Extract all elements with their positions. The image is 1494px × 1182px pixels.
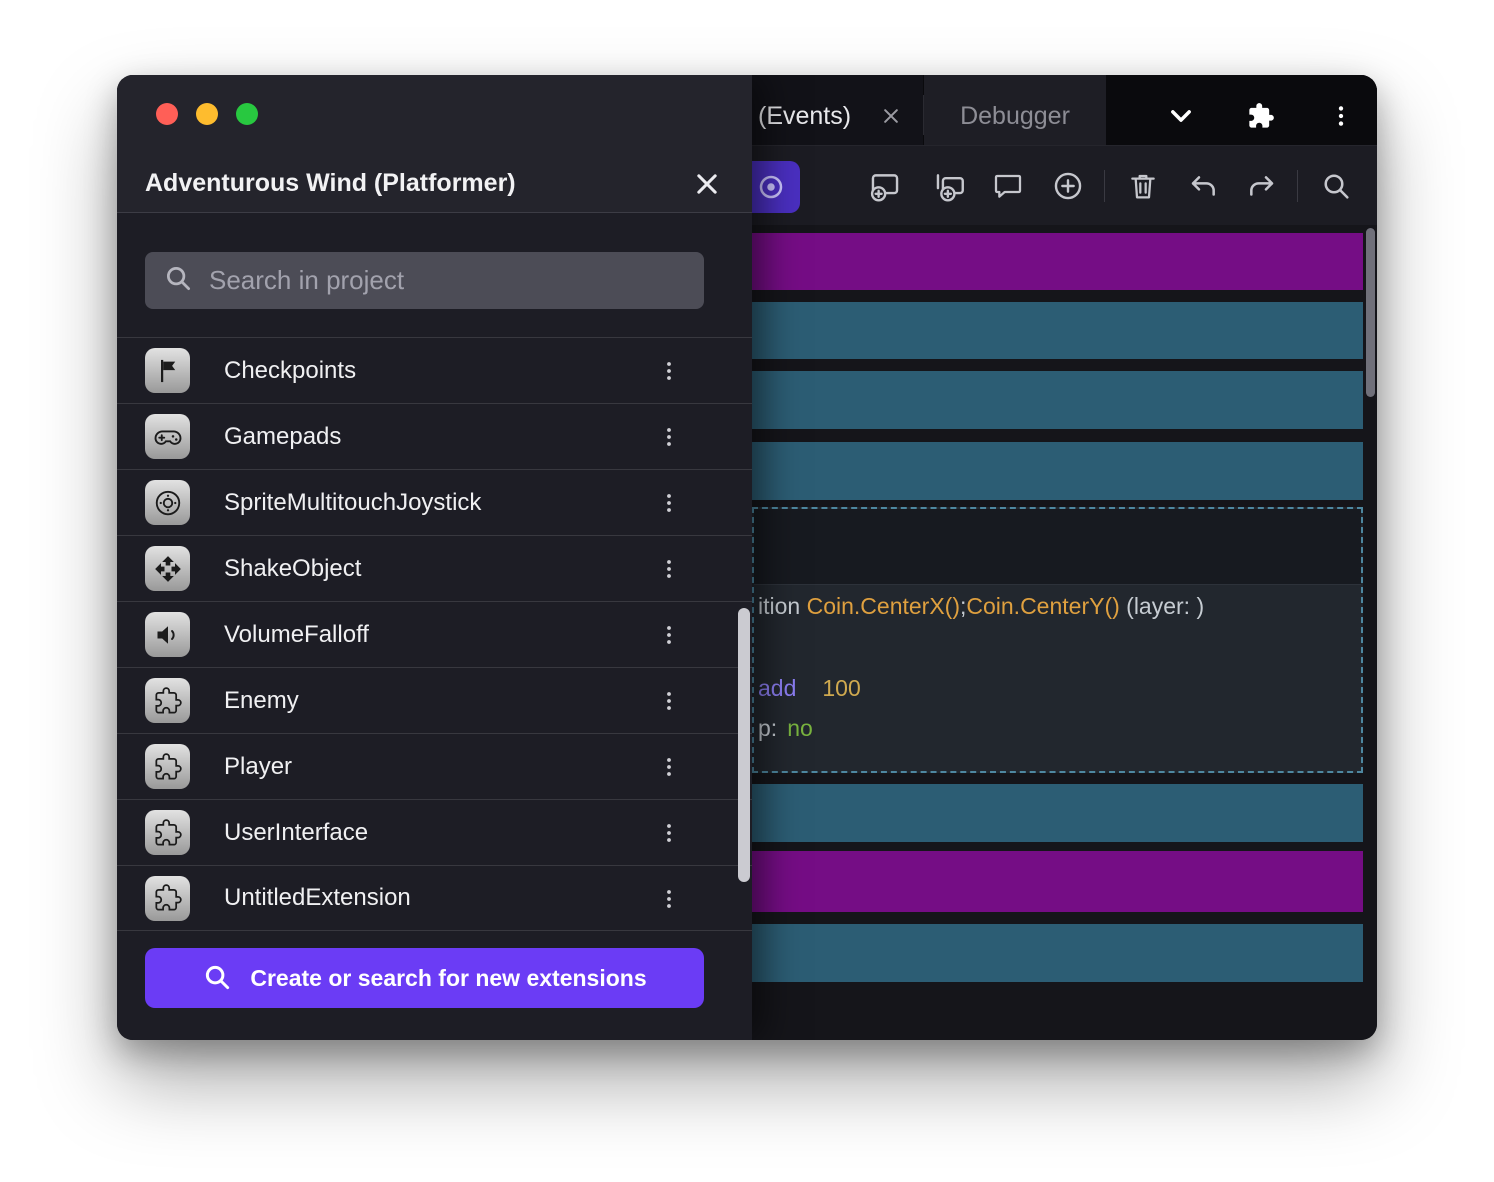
zoom-window-button[interactable] <box>236 103 258 125</box>
event-row[interactable] <box>752 371 1363 429</box>
panel-title: Adventurous Wind (Platformer) <box>145 169 516 198</box>
event-row[interactable] <box>752 784 1363 842</box>
code-text: (layer: ) <box>1120 593 1204 619</box>
list-item-label: UserInterface <box>224 819 368 847</box>
list-item-label: UntitledExtension <box>224 884 411 912</box>
create-extension-button[interactable]: Create or search for new extensions <box>145 948 704 1008</box>
tab-strip: (Events) Debugger <box>752 75 1377 145</box>
tab-events[interactable]: (Events) <box>752 75 923 145</box>
tabstrip-actions <box>1167 90 1377 130</box>
window-titlebar <box>117 75 752 155</box>
list-item-label: Player <box>224 753 292 781</box>
event-row[interactable] <box>752 442 1363 500</box>
list-item-label: ShakeObject <box>224 555 361 583</box>
code-expression: Coin.CenterY() <box>966 593 1119 619</box>
kebab-menu-icon[interactable] <box>652 618 686 652</box>
search-icon <box>163 263 193 298</box>
move-icon <box>145 546 190 591</box>
kebab-menu-icon[interactable] <box>652 486 686 520</box>
kebab-menu-icon[interactable] <box>652 552 686 586</box>
joystick-icon <box>145 480 190 525</box>
tab-debugger[interactable]: Debugger <box>924 75 1106 145</box>
code-text: p: <box>758 715 777 741</box>
list-item-userinterface[interactable]: UserInterface <box>117 799 752 865</box>
panel-scrollbar-thumb[interactable] <box>738 608 750 882</box>
events-scrollbar[interactable] <box>1366 225 1375 1030</box>
speaker-icon <box>145 612 190 657</box>
list-item-label: SpriteMultitouchJoystick <box>224 489 481 517</box>
kebab-menu-icon[interactable] <box>652 684 686 718</box>
search-input[interactable] <box>209 265 686 296</box>
list-item-player[interactable]: Player <box>117 733 752 799</box>
list-item-label: Gamepads <box>224 423 341 451</box>
list-item-label: Checkpoints <box>224 357 356 385</box>
list-item-label: Enemy <box>224 687 299 715</box>
list-item-untitledextension[interactable]: UntitledExtension <box>117 865 752 931</box>
list-item-enemy[interactable]: Enemy <box>117 667 752 733</box>
close-icon[interactable] <box>881 106 901 126</box>
event-code-line: ition Coin.CenterX();Coin.CenterY() (lay… <box>758 593 1353 620</box>
project-manager-panel: Adventurous Wind (Platformer) Checkpoint… <box>117 75 752 1040</box>
puzzle-icon <box>145 678 190 723</box>
puzzle-icon <box>145 810 190 855</box>
event-code-line: add 100 <box>758 675 1353 702</box>
add-circle-icon[interactable] <box>1045 163 1091 209</box>
toolbar-divider <box>1297 170 1298 202</box>
list-item-gamepads[interactable]: Gamepads <box>117 403 752 469</box>
selected-event-header <box>754 509 1361 585</box>
event-row[interactable] <box>752 233 1363 290</box>
kebab-menu-icon[interactable] <box>652 750 686 784</box>
flag-icon <box>145 348 190 393</box>
tab-events-label: (Events) <box>758 102 851 131</box>
extensions-list: Checkpoints Gamepads SpriteMultitouchJ <box>117 337 752 931</box>
events-scrollbar-thumb[interactable] <box>1366 228 1375 397</box>
events-toolbar <box>752 145 1377 225</box>
tab-debugger-label: Debugger <box>960 102 1070 131</box>
kebab-menu-icon[interactable] <box>652 354 686 388</box>
add-subevent-icon[interactable] <box>927 163 973 209</box>
puzzle-icon <box>145 876 190 921</box>
close-icon[interactable] <box>690 167 724 201</box>
event-row[interactable] <box>752 924 1363 982</box>
list-item-spritemultitouchjoystick[interactable]: SpriteMultitouchJoystick <box>117 469 752 535</box>
event-code-line: p: no <box>758 715 1353 742</box>
kebab-menu-icon[interactable] <box>1327 102 1355 130</box>
project-search[interactable] <box>145 252 704 309</box>
event-row[interactable] <box>752 851 1363 912</box>
undo-icon[interactable] <box>1180 163 1226 209</box>
event-row[interactable] <box>752 302 1363 359</box>
code-text: ition <box>758 593 807 619</box>
add-event-icon[interactable] <box>862 163 908 209</box>
toolbar-divider <box>1104 170 1105 202</box>
chevron-down-icon[interactable] <box>1167 102 1195 130</box>
list-item-volumefalloff[interactable]: VolumeFalloff <box>117 601 752 667</box>
events-editor: (Events) Debugger <box>752 75 1377 1040</box>
kebab-menu-icon[interactable] <box>652 420 686 454</box>
code-value: no <box>787 715 813 741</box>
trash-icon[interactable] <box>1120 163 1166 209</box>
search-icon[interactable] <box>1313 163 1359 209</box>
extensions-puzzle-icon[interactable] <box>1247 102 1275 130</box>
list-item-shakeobject[interactable]: ShakeObject <box>117 535 752 601</box>
panel-header: Adventurous Wind (Platformer) <box>117 155 752 213</box>
minimize-window-button[interactable] <box>196 103 218 125</box>
kebab-menu-icon[interactable] <box>652 882 686 916</box>
redo-icon[interactable] <box>1239 163 1285 209</box>
code-number: 100 <box>822 675 860 701</box>
search-icon <box>202 962 232 995</box>
list-item-label: VolumeFalloff <box>224 621 369 649</box>
kebab-menu-icon[interactable] <box>652 816 686 850</box>
code-expression: Coin.CenterX() <box>807 593 960 619</box>
code-keyword: add <box>758 675 796 701</box>
create-extension-label: Create or search for new extensions <box>250 965 646 992</box>
close-window-button[interactable] <box>156 103 178 125</box>
gamepad-icon <box>145 414 190 459</box>
list-item-checkpoints[interactable]: Checkpoints <box>117 337 752 403</box>
puzzle-icon <box>145 744 190 789</box>
add-comment-icon[interactable] <box>985 163 1031 209</box>
app-window: (Events) Debugger <box>117 75 1377 1040</box>
selected-event[interactable]: ition Coin.CenterX();Coin.CenterY() (lay… <box>752 507 1363 773</box>
